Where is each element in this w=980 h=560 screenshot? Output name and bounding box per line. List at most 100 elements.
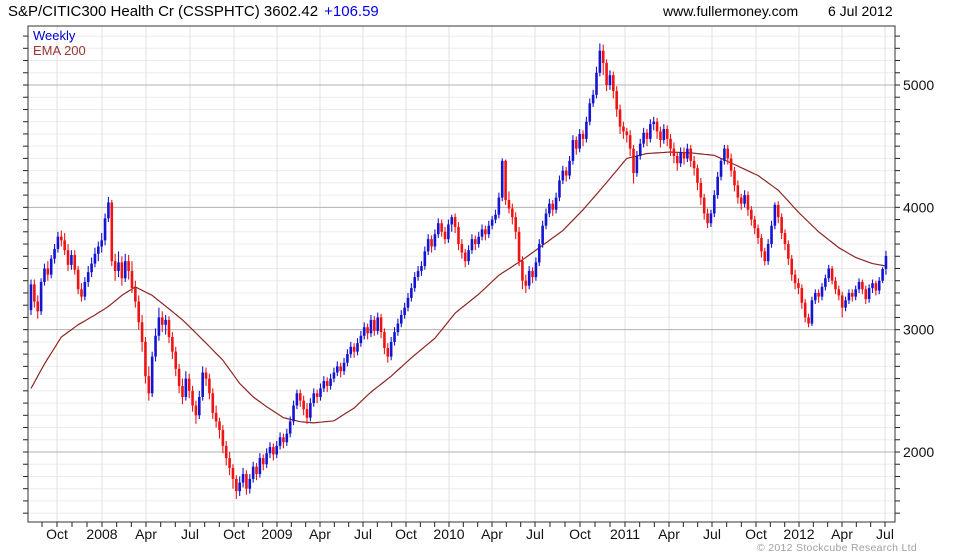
candle-body [218, 421, 221, 430]
candle-body [376, 317, 379, 331]
candle-down [511, 203, 514, 225]
candle-body [231, 467, 235, 479]
x-axis-label: Jul [876, 526, 894, 542]
candle-body [686, 148, 689, 159]
candle-body [154, 335, 157, 357]
candle-down [33, 279, 36, 308]
candle-body [63, 240, 66, 251]
candle-down [211, 388, 215, 419]
candle-body [90, 263, 93, 273]
candle-body [214, 412, 218, 422]
candle-body [780, 217, 783, 234]
candle-up [123, 253, 127, 282]
candle-body [514, 217, 518, 232]
candle-body [29, 284, 33, 311]
legend-weekly-label: Weekly [33, 28, 76, 43]
grid-minor-horizontal [28, 35, 895, 514]
candle-body [500, 160, 504, 198]
candle-body [588, 103, 592, 122]
ema-200-line [30, 151, 887, 424]
candle-body [137, 301, 141, 323]
candle-down [366, 323, 369, 340]
candle-down [837, 285, 841, 301]
candle-up [487, 220, 491, 238]
candle-body [672, 148, 676, 156]
candle-down [783, 229, 787, 251]
candle-down [474, 235, 477, 251]
candle-body [507, 199, 511, 209]
candle-up [638, 138, 642, 160]
candle-body [70, 255, 73, 265]
candle-body [578, 133, 581, 149]
candle-body [615, 91, 618, 110]
candle-up [652, 116, 656, 131]
candle-up [157, 307, 161, 341]
candle-down [325, 377, 329, 393]
candle-up [854, 285, 857, 301]
candle-body [659, 131, 662, 141]
candle-body [790, 258, 794, 275]
candle-body [527, 270, 531, 286]
candle-up [265, 448, 268, 468]
candle-down [282, 433, 285, 449]
candle-down [521, 256, 524, 290]
candle-body [383, 332, 386, 349]
candle-body [268, 447, 272, 454]
candle-down [245, 470, 248, 495]
candle-body [245, 474, 248, 489]
candle-body [379, 317, 383, 333]
candle-down [551, 199, 555, 216]
candle-down [167, 316, 171, 344]
candle-body [810, 300, 814, 324]
candle-up [561, 165, 565, 185]
candle-up [285, 428, 289, 446]
candle-up [332, 367, 336, 383]
candle-body [548, 203, 551, 214]
candle-up [39, 278, 43, 315]
candle-body [147, 376, 151, 394]
candle-body [336, 366, 339, 373]
candle-body [298, 393, 302, 401]
candle-body [59, 236, 63, 241]
candle-up [470, 234, 474, 254]
candle-down [517, 226, 521, 267]
candle-up [766, 239, 770, 265]
x-axis-labels: Oct 2008 Apr Jul Oct 2009 Apr Jul Oct 2010 Apr Jul O… [46, 526, 894, 542]
x-axis-label: Oct [745, 526, 767, 542]
candle-down [302, 395, 305, 416]
candle-body [753, 219, 756, 229]
candle-up [100, 233, 103, 253]
candle-up [571, 135, 575, 165]
candle-body [349, 346, 353, 355]
candle-up [662, 124, 666, 144]
candle-body [564, 170, 568, 176]
candle-up [275, 440, 279, 459]
candle-down [504, 159, 507, 205]
candle-body [248, 478, 252, 489]
candle-body [110, 202, 114, 262]
candle-body [389, 341, 393, 357]
candle-body [554, 197, 558, 210]
candle-down [803, 299, 807, 323]
candle-down [840, 291, 844, 318]
candle-body [49, 258, 53, 275]
x-axis-label: 2012 [783, 526, 814, 542]
candle-body [847, 292, 851, 301]
candle-body [521, 261, 524, 281]
candle-body [706, 213, 709, 224]
candle-down [63, 233, 66, 256]
candle-body [399, 314, 403, 324]
candle-body [396, 323, 400, 333]
candle-body [561, 170, 565, 181]
candle-up [389, 337, 393, 361]
candle-up [292, 400, 295, 426]
candle-body [655, 121, 659, 132]
candle-body [221, 429, 225, 446]
candle-body [723, 148, 726, 161]
candle-down [36, 295, 40, 319]
candle-up [490, 215, 494, 230]
candle-body [130, 270, 134, 289]
candle-down [830, 266, 834, 285]
candle-up [433, 229, 437, 251]
candle-body [184, 378, 188, 397]
